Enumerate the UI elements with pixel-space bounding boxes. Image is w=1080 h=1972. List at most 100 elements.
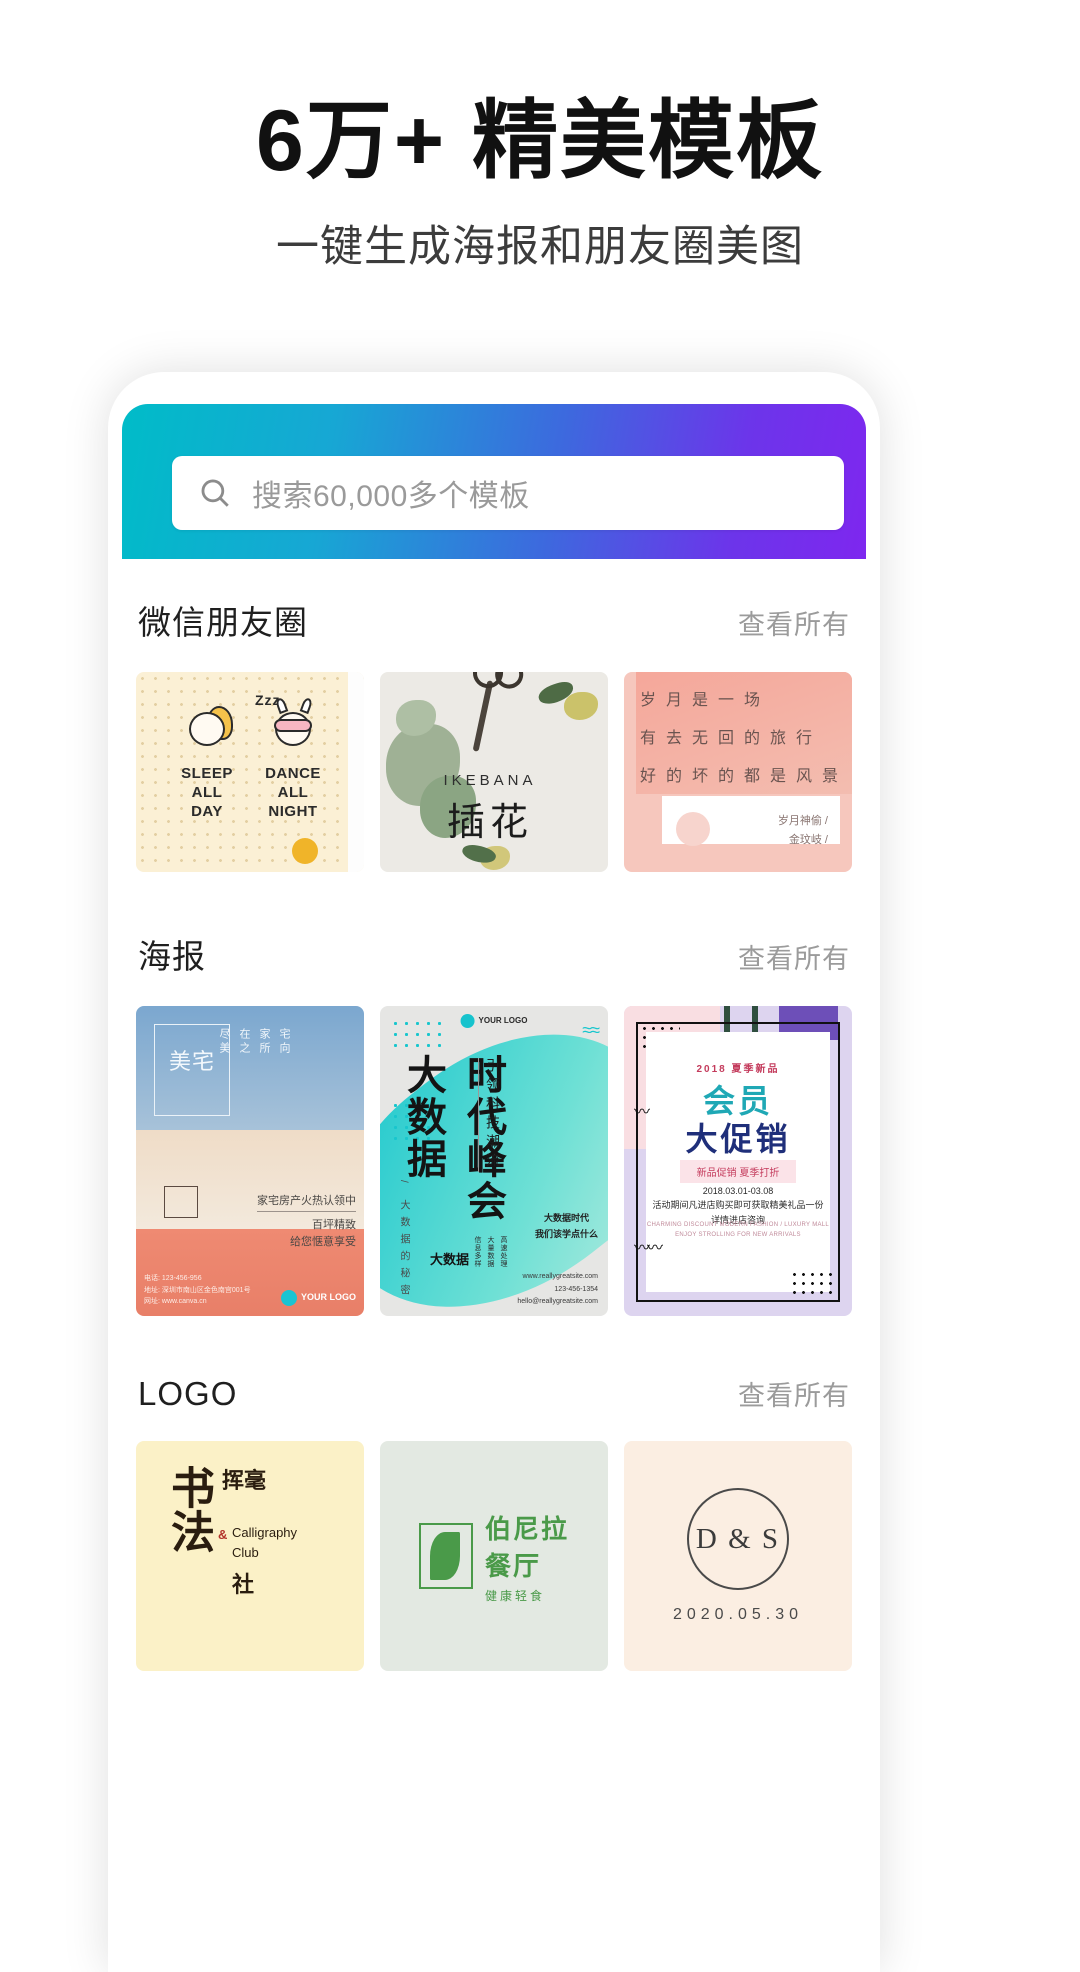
calli-char-2: 社: [232, 1572, 255, 1597]
bonila-text-block: 伯尼拉 餐厅 健康轻食: [485, 1509, 569, 1604]
contact-phone: 电话: 123-456-956: [144, 1275, 202, 1283]
poem-song: 岁月神偷 /: [777, 815, 828, 827]
member-promo-poster[interactable]: 2018 夏季新品 会员 大促销 新品促销 夏季打折 2018.03.01-03…: [624, 1006, 852, 1316]
pink-poem-template[interactable]: 岁月是一场 有去无回的旅行 好的坏的都是风景 岁月神偷 / 金玟岐 /: [624, 672, 852, 872]
bonila-restaurant-logo[interactable]: 伯尼拉 餐厅 健康轻食: [380, 1441, 608, 1671]
search-icon: [201, 479, 229, 507]
view-all-link[interactable]: 查看所有: [738, 603, 850, 642]
poem-artist: 金玟岐 /: [788, 833, 828, 846]
section-title: 海报: [138, 938, 206, 975]
poem-line-1: 岁月是一场: [640, 692, 771, 709]
poster-subline: 百坪精致 给您惬意享受: [290, 1217, 356, 1252]
template-row-logo: 书法 挥毫 & Calligraphy Club 社 伯尼拉 餐厅 健康轻食 D…: [108, 1441, 880, 1671]
sleep-column: SLEEP ALL DAY: [169, 706, 245, 822]
bonila-slogan: 健康轻食: [484, 1588, 545, 1603]
keyword-1: 信息多样: [474, 1236, 481, 1268]
calligraphy-brush-text: 书法: [164, 1465, 213, 1553]
section-header-logo: LOGO 查看所有: [108, 1374, 880, 1413]
unicorn-face-icon: Zzz: [255, 692, 319, 752]
section-header-poster: 海报 查看所有: [108, 930, 880, 978]
ds-monogram-logo[interactable]: D & S 2020.05.30: [624, 1441, 852, 1671]
section-title: 微信朋友圈: [138, 604, 308, 641]
promo-detail: 活动期间凡进店购买即可获取精美礼品一份: [652, 1200, 824, 1211]
your-logo-text: YOUR LOGO: [478, 1016, 528, 1026]
page-subtitle: 一键生成海报和朋友圈美图: [276, 223, 804, 272]
sleep-line-2: ALL: [191, 784, 223, 802]
keyword-main: 大数据: [429, 1252, 469, 1267]
slogan-col-1: 尽美: [218, 1028, 230, 1056]
ikebana-cn: 插花: [446, 802, 533, 844]
promo-english: CHARMING DISCOUNT MODERN FASHION / LUXUR…: [646, 1220, 830, 1240]
dance-column: Zzz DANCE ALL NIGHT: [255, 692, 331, 822]
poster-contact: www.reallygreatsite.com 123-456-1354 hel…: [517, 1271, 598, 1308]
promo-tag: 新品促销 夏季打折: [680, 1160, 796, 1183]
phone-mockup: 搜索60,000多个模板 微信朋友圈 查看所有 SLEEP ALL DAY Zz…: [108, 372, 880, 1972]
scissors-icon: [472, 680, 494, 752]
dot-grid-decor: [390, 1018, 442, 1048]
sleep-line-1: SLEEP: [181, 765, 233, 782]
slogan-col-3: 家所: [258, 1028, 270, 1056]
keyword-2: 大量数据: [487, 1236, 494, 1268]
template-feed[interactable]: 微信朋友圈 查看所有 SLEEP ALL DAY Zzz DANCE ALL N…: [108, 562, 880, 1972]
search-placeholder: 搜索60,000多个模板: [252, 480, 530, 513]
poem-text-block: 岁月是一场 有去无回的旅行 好的坏的都是风景: [640, 686, 842, 786]
vertical-slogan: 尽美 在之 家所 宅向: [216, 1028, 356, 1056]
contact-phone: 123-456-1354: [554, 1285, 598, 1293]
contact-website: www.reallygreatsite.com: [522, 1273, 598, 1281]
white-panel: 2018 夏季新品 会员 大促销 新品促销 夏季打折 2018.03.01-03…: [646, 1032, 830, 1292]
view-all-link[interactable]: 查看所有: [738, 937, 850, 976]
promo-en-2: ENJOY STROLLING FOR NEW ARRIVALS: [675, 1232, 801, 1239]
poster-headline: 家宅房产火热认领中: [257, 1192, 356, 1212]
section-header-moments: 微信朋友圈 查看所有: [108, 596, 880, 644]
subline-1: 百坪精致: [312, 1218, 356, 1231]
monogram-text: D & S: [695, 1522, 781, 1555]
bonila-type: 餐厅: [484, 1550, 541, 1581]
card-edge-decor: [348, 672, 364, 872]
ampersand-mark: &: [218, 1527, 228, 1542]
search-input[interactable]: 搜索60,000多个模板: [172, 456, 844, 530]
logo-dot-icon: [280, 1290, 297, 1306]
slogan-col-4: 宅向: [278, 1028, 290, 1056]
orange-dot-decor: [292, 838, 318, 864]
contact-email: hello@reallygreatsite.com: [517, 1297, 598, 1305]
dance-line-1: DANCE: [265, 765, 321, 782]
page-title: 6万+ 精美模板: [256, 93, 824, 189]
calli-en-2: Club: [232, 1545, 259, 1560]
sleep-line-3: DAY: [191, 803, 223, 821]
meizhai-house-poster[interactable]: 美宅 尽美 在之 家所 宅向 家宅房产火热认领中 百坪精致 给您惬意享受 电话:…: [136, 1006, 364, 1316]
calligraphy-club-logo[interactable]: 书法 挥毫 & Calligraphy Club 社: [136, 1441, 364, 1671]
poem-line-2: 有去无回的旅行: [640, 730, 823, 747]
ikebana-en: IKEBANA: [443, 772, 537, 789]
wave-decor: ≈≈: [582, 1020, 600, 1040]
ikebana-caption: IKEBANA 插花: [380, 772, 600, 846]
promo-date-range: 2018.03.01-03.08: [702, 1186, 774, 1196]
poem-line-3: 好的坏的都是风景: [640, 768, 849, 785]
slogan-col-2: 在之: [238, 1028, 250, 1056]
view-all-link[interactable]: 查看所有: [738, 1374, 850, 1413]
keyword-3: 高速处理: [500, 1236, 507, 1268]
subline-2: 给您惬意享受: [290, 1236, 356, 1249]
hero-section: 6万+ 精美模板 一键生成海报和朋友圈美图: [0, 0, 1080, 274]
dance-line-2: ALL NIGHT: [268, 784, 318, 821]
promo-title-2: 大促销: [685, 1121, 791, 1157]
question-line-1: 大数据时代: [543, 1213, 589, 1224]
your-logo-text: YOUR LOGO: [300, 1292, 356, 1303]
template-row-poster: 美宅 尽美 在之 家所 宅向 家宅房产火热认领中 百坪精致 给您惬意享受 电话:…: [108, 1006, 880, 1316]
olive-fruit: [564, 692, 598, 720]
bigdata-summit-poster[interactable]: ≈≈ YOUR LOGO 大数据 时代峰会 引领科技潮流 / 大数据的秘密 大数…: [380, 1006, 608, 1316]
contact-website: 网址: www.canva.cn: [144, 1298, 207, 1306]
canva-logo-icon: [676, 812, 710, 846]
ikebana-template[interactable]: IKEBANA 插花: [380, 672, 608, 872]
sleep-all-day-template[interactable]: SLEEP ALL DAY Zzz DANCE ALL NIGHT: [136, 672, 364, 872]
your-logo-badge: YOUR LOGO: [460, 1014, 528, 1028]
contact-info: 电话: 123-456-956 地址: 深圳市南山区金色南宫001号 网址: w…: [144, 1273, 251, 1308]
zigzag-decor: 〰〰: [634, 1240, 663, 1257]
poem-white-panel: 岁月神偷 / 金玟岐 /: [662, 796, 840, 846]
bonila-name: 伯尼拉: [484, 1513, 569, 1544]
calli-en-1: Calligraphy: [232, 1525, 298, 1540]
section-title: LOGO: [138, 1375, 238, 1412]
promo-en-1: CHARMING DISCOUNT MODERN FASHION / LUXUR…: [646, 1222, 830, 1228]
app-header-gradient: 搜索60,000多个模板: [122, 404, 866, 559]
leaf-icon: [418, 1523, 473, 1589]
dot-grid-decor: [790, 1270, 836, 1296]
